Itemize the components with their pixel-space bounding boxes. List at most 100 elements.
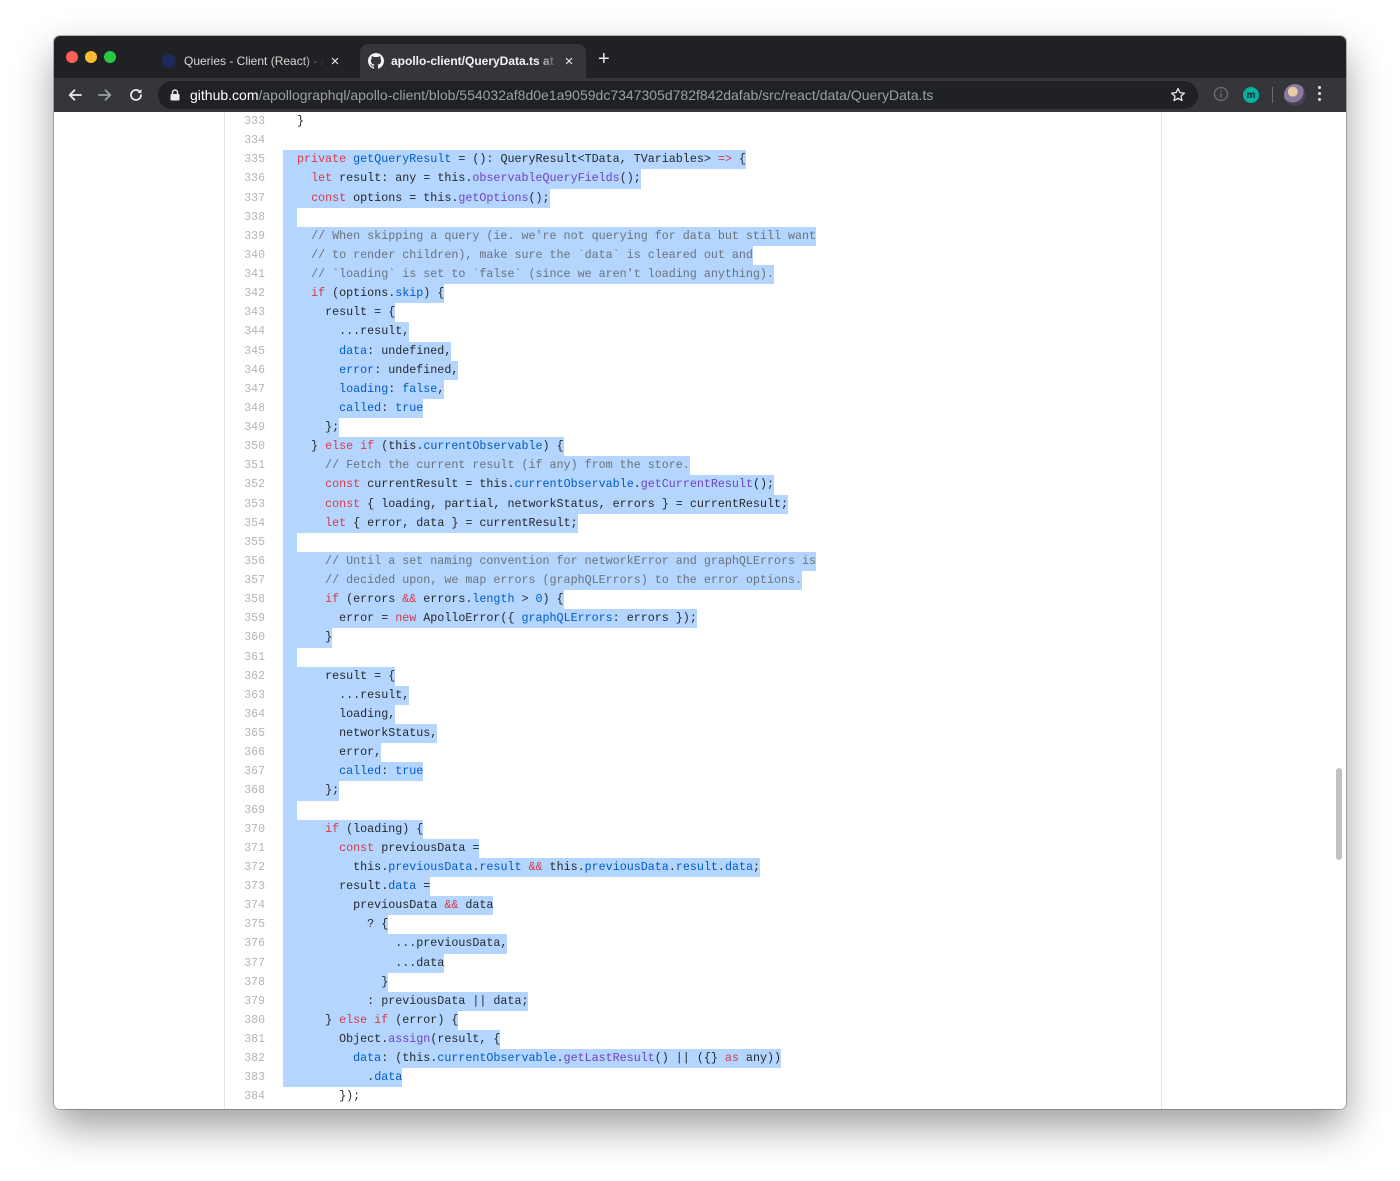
line-number[interactable]: 362 — [225, 667, 265, 686]
line-number[interactable]: 338 — [225, 208, 265, 227]
line-number[interactable]: 341 — [225, 265, 265, 284]
m-extension-icon[interactable]: m — [1243, 87, 1259, 103]
code-line[interactable]: 354 let { error, data } = currentResult; — [225, 513, 1161, 533]
code-line[interactable]: 363 ...result, — [225, 685, 1161, 705]
line-number[interactable]: 335 — [225, 150, 265, 169]
line-number[interactable]: 336 — [225, 169, 265, 188]
line-number[interactable]: 356 — [225, 552, 265, 571]
tab-apollo-docs[interactable]: Queries - Client (React) - Apollo × — [138, 44, 352, 78]
code-line[interactable]: 382 data: (this.currentObservable.getLas… — [225, 1049, 1161, 1069]
code-line[interactable]: 364 loading, — [225, 704, 1161, 724]
line-number[interactable]: 349 — [225, 418, 265, 437]
code-view[interactable]: 333 } 334 335 private getQueryResult = ():… — [225, 112, 1161, 1107]
code-line[interactable]: 338 — [225, 207, 1161, 227]
line-number[interactable]: 371 — [225, 839, 265, 858]
line-number[interactable]: 382 — [225, 1049, 265, 1068]
line-number[interactable]: 380 — [225, 1011, 265, 1030]
profile-avatar[interactable] — [1284, 84, 1306, 106]
tab-close-icon[interactable]: × — [558, 53, 580, 70]
code-line[interactable]: 375 ? { — [225, 915, 1161, 935]
code-line[interactable]: 351 // Fetch the current result (if any)… — [225, 456, 1161, 476]
code-line[interactable]: 357 // decided upon, we map errors (grap… — [225, 571, 1161, 591]
tab-close-icon[interactable]: × — [324, 53, 346, 70]
line-number[interactable]: 346 — [225, 361, 265, 380]
line-number[interactable]: 360 — [225, 628, 265, 647]
bookmark-star-icon[interactable] — [1170, 87, 1186, 103]
code-line[interactable]: 366 error, — [225, 743, 1161, 763]
code-line[interactable]: 344 ...result, — [225, 322, 1161, 342]
code-line[interactable]: 337 const options = this.getOptions(); — [225, 188, 1161, 208]
line-number[interactable]: 351 — [225, 456, 265, 475]
code-line[interactable]: 346 error: undefined, — [225, 360, 1161, 380]
line-number[interactable]: 370 — [225, 820, 265, 839]
line-number[interactable]: 361 — [225, 648, 265, 667]
line-number[interactable]: 333 — [225, 112, 265, 131]
code-line[interactable]: 377 ...data — [225, 953, 1161, 973]
forward-button[interactable] — [93, 83, 117, 107]
code-line[interactable]: 370 if (loading) { — [225, 819, 1161, 839]
code-line[interactable]: 369 — [225, 800, 1161, 820]
line-number[interactable]: 355 — [225, 533, 265, 552]
line-number[interactable]: 365 — [225, 724, 265, 743]
line-number[interactable]: 343 — [225, 303, 265, 322]
code-line[interactable]: 343 result = { — [225, 303, 1161, 323]
code-line[interactable]: 333 } — [225, 112, 1161, 131]
code-line[interactable]: 379 : previousData || data; — [225, 991, 1161, 1011]
code-line[interactable]: 345 data: undefined, — [225, 341, 1161, 361]
line-number[interactable]: 353 — [225, 495, 265, 514]
code-line[interactable]: 358 if (errors && errors.length > 0) { — [225, 590, 1161, 610]
line-number[interactable]: 342 — [225, 284, 265, 303]
line-number[interactable]: 372 — [225, 858, 265, 877]
line-number[interactable]: 359 — [225, 609, 265, 628]
line-number[interactable]: 352 — [225, 475, 265, 494]
line-number[interactable]: 378 — [225, 973, 265, 992]
line-number[interactable]: 384 — [225, 1087, 265, 1106]
code-line[interactable]: 384 }); — [225, 1087, 1161, 1106]
code-line[interactable]: 340 // to render children), make sure th… — [225, 245, 1161, 265]
code-line[interactable]: 361 — [225, 647, 1161, 667]
code-line[interactable]: 352 const currentResult = this.currentOb… — [225, 475, 1161, 495]
code-line[interactable]: 378 } — [225, 972, 1161, 992]
code-line[interactable]: 360 } — [225, 628, 1161, 648]
code-line[interactable]: 359 error = new ApolloError({ graphQLErr… — [225, 609, 1161, 629]
minimize-window-button[interactable] — [85, 51, 97, 63]
reload-button[interactable] — [124, 83, 148, 107]
code-line[interactable]: 350 } else if (this.currentObservable) { — [225, 437, 1161, 457]
line-number[interactable]: 368 — [225, 781, 265, 800]
info-extension-icon[interactable] — [1213, 86, 1229, 102]
line-number[interactable]: 337 — [225, 189, 265, 208]
code-line[interactable]: 334 — [225, 131, 1161, 150]
code-line[interactable]: 362 result = { — [225, 666, 1161, 686]
new-tab-button[interactable]: + — [598, 49, 610, 69]
code-line[interactable]: 348 called: true — [225, 398, 1161, 418]
code-line[interactable]: 365 networkStatus, — [225, 724, 1161, 744]
address-bar[interactable]: github.com/apollographql/apollo-client/b… — [158, 81, 1198, 109]
line-number[interactable]: 369 — [225, 801, 265, 820]
line-number[interactable]: 376 — [225, 934, 265, 953]
line-number[interactable]: 373 — [225, 877, 265, 896]
line-number[interactable]: 357 — [225, 571, 265, 590]
kebab-menu-icon[interactable] — [1318, 86, 1321, 101]
code-line[interactable]: 353 const { loading, partial, networkSta… — [225, 494, 1161, 514]
line-number[interactable]: 348 — [225, 399, 265, 418]
page-scrollbar-thumb[interactable] — [1336, 768, 1342, 860]
code-line[interactable]: 335 private getQueryResult = (): QueryRe… — [225, 150, 1161, 170]
line-number[interactable]: 367 — [225, 762, 265, 781]
code-line[interactable]: 371 const previousData = — [225, 838, 1161, 858]
tab-github-querydata[interactable]: apollo-client/QueryData.ts at 554032af8d… — [360, 44, 586, 78]
code-line[interactable]: 349 }; — [225, 418, 1161, 438]
line-number[interactable]: 345 — [225, 342, 265, 361]
line-number[interactable]: 375 — [225, 915, 265, 934]
zoom-window-button[interactable] — [104, 51, 116, 63]
line-number[interactable]: 354 — [225, 514, 265, 533]
line-number[interactable]: 381 — [225, 1030, 265, 1049]
line-number[interactable]: 339 — [225, 227, 265, 246]
line-number[interactable]: 344 — [225, 322, 265, 341]
line-number[interactable]: 366 — [225, 743, 265, 762]
code-line[interactable]: 347 loading: false, — [225, 379, 1161, 399]
code-line[interactable]: 372 this.previousData.result && this.pre… — [225, 857, 1161, 877]
line-number[interactable]: 364 — [225, 705, 265, 724]
code-line[interactable]: 373 result.data = — [225, 877, 1161, 897]
code-line[interactable]: 368 }; — [225, 781, 1161, 801]
line-number[interactable]: 374 — [225, 896, 265, 915]
